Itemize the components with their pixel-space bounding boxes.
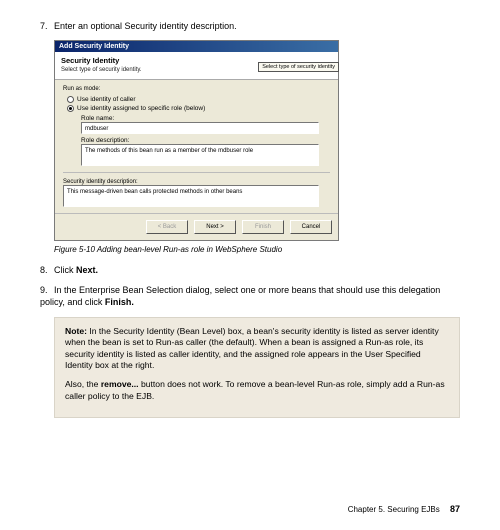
sec-desc-input[interactable]: This message-driven bean calls protected…	[63, 185, 319, 207]
dialog-separator	[63, 172, 330, 173]
dialog-callout: Select type of security identity	[258, 62, 339, 72]
dialog-add-security-identity: Add Security Identity Security Identity …	[54, 40, 339, 241]
step-8: 8.Click Next.	[40, 264, 460, 276]
note-p2-bold: remove...	[101, 379, 139, 389]
note-p2: Also, the remove... button does not work…	[65, 379, 449, 402]
back-button[interactable]: < Back	[146, 220, 188, 234]
note-label: Note:	[65, 326, 87, 336]
finish-button[interactable]: Finish	[242, 220, 284, 234]
footer-chapter: Chapter 5. Securing EJBs	[348, 505, 440, 514]
role-name-input[interactable]: mdbuser	[81, 122, 319, 134]
step-8-prefix: Click	[54, 265, 76, 275]
radio-specific-icon[interactable]	[67, 105, 74, 112]
step-9-bold: Finish.	[105, 297, 134, 307]
radio-caller-row[interactable]: Use identity of caller	[67, 96, 330, 103]
note-p1: Note: In the Security Identity (Bean Lev…	[65, 326, 449, 372]
role-desc-input[interactable]: The methods of this bean run as a member…	[81, 144, 319, 166]
role-desc-label: Role description:	[81, 137, 330, 144]
figure-caption: Figure 5-10 Adding bean-level Run-as rol…	[54, 245, 460, 254]
step-9-num: 9.	[40, 284, 54, 296]
step-9: 9.In the Enterprise Bean Selection dialo…	[40, 284, 460, 308]
page-footer: Chapter 5. Securing EJBs 87	[348, 504, 460, 514]
dialog-body: Run as mode: Use identity of caller Use …	[55, 80, 338, 213]
note-p2-prefix: Also, the	[65, 379, 101, 389]
cancel-button[interactable]: Cancel	[290, 220, 332, 234]
step-7-text: Enter an optional Security identity desc…	[54, 21, 237, 31]
step-8-bold: Next.	[76, 265, 98, 275]
step-9-prefix: In the Enterprise Bean Selection dialog,…	[40, 285, 440, 307]
step-7-num: 7.	[40, 20, 54, 32]
role-name-label: Role name:	[81, 115, 330, 122]
radio-caller-icon[interactable]	[67, 96, 74, 103]
step-9-text: In the Enterprise Bean Selection dialog,…	[40, 285, 440, 307]
radio-specific-row[interactable]: Use identity assigned to specific role (…	[67, 105, 330, 112]
dialog-button-row: < Back Next > Finish Cancel	[55, 213, 338, 240]
dialog-titlebar: Add Security Identity	[55, 41, 338, 52]
next-button[interactable]: Next >	[194, 220, 236, 234]
step-8-text: Click Next.	[54, 265, 98, 275]
step-7: 7.Enter an optional Security identity de…	[40, 20, 460, 32]
step-8-num: 8.	[40, 264, 54, 276]
footer-page: 87	[450, 504, 460, 514]
radio-caller-label: Use identity of caller	[77, 96, 136, 103]
note-p1-text: In the Security Identity (Bean Level) bo…	[65, 326, 439, 371]
note-box: Note: In the Security Identity (Bean Lev…	[54, 317, 460, 419]
radio-specific-label: Use identity assigned to specific role (…	[77, 105, 205, 112]
dialog-header: Security Identity Select type of securit…	[55, 52, 338, 80]
runas-group-label: Run as mode:	[63, 86, 330, 92]
